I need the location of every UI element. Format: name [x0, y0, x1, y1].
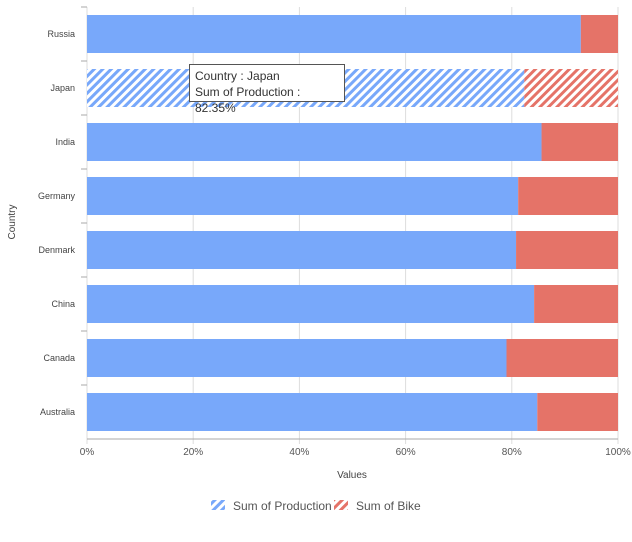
bar-sum-of-bike-canada[interactable]: [506, 339, 618, 377]
x-tick-label: 80%: [502, 447, 522, 458]
bar-sum-of-production-australia[interactable]: [87, 393, 538, 431]
x-tick-label: 60%: [396, 447, 416, 458]
x-tick-label: 0%: [80, 447, 95, 458]
bar-sum-of-bike-russia[interactable]: [580, 15, 618, 53]
bar-sum-of-bike-india[interactable]: [541, 123, 618, 161]
tooltip-country: Country : Japan: [195, 69, 280, 83]
legend-item-production[interactable]: Sum of Production: [211, 499, 332, 513]
bar-sum-of-production-denmark[interactable]: [87, 231, 517, 269]
x-tick-label: 20%: [183, 447, 203, 458]
x-tick-label: 100%: [605, 447, 631, 458]
y-tick-label: Germany: [38, 191, 76, 201]
bar-sum-of-bike-germany[interactable]: [518, 177, 618, 215]
y-tick-label: Australia: [40, 407, 75, 417]
legend-item-bike[interactable]: Sum of Bike: [334, 499, 421, 513]
x-axis-title: Values: [337, 470, 367, 481]
x-tick-label: 40%: [289, 447, 309, 458]
y-tick-label: China: [51, 299, 75, 309]
y-tick-label: Canada: [43, 353, 75, 363]
bar-sum-of-production-germany[interactable]: [87, 177, 519, 215]
legend-swatch-production: [211, 500, 225, 510]
bar-sum-of-bike-japan[interactable]: [524, 69, 618, 107]
y-tick-label: India: [55, 137, 75, 147]
y-tick-label: Russia: [47, 29, 75, 39]
bar-sum-of-production-russia[interactable]: [87, 15, 581, 53]
legend-label-bike: Sum of Bike: [356, 499, 421, 513]
chart-container: 0% 20% 40% 60% 80% 100% Russia Japan India German…: [0, 0, 632, 537]
bar-sum-of-production-india[interactable]: [87, 123, 542, 161]
y-tick-label: Japan: [50, 83, 75, 93]
bar-sum-of-bike-australia[interactable]: [537, 393, 618, 431]
legend-swatch-bike: [334, 500, 348, 510]
tooltip-value: Sum of Production : 82.35%: [195, 85, 301, 115]
bar-sum-of-production-canada[interactable]: [87, 339, 507, 377]
tooltip: Country : Japan Sum of Production : 82.3…: [189, 64, 345, 115]
bar-sum-of-bike-denmark[interactable]: [516, 231, 618, 269]
legend-label-production: Sum of Production: [233, 499, 332, 513]
y-tick-label: Denmark: [38, 245, 75, 255]
bar-sum-of-bike-china[interactable]: [534, 285, 618, 323]
bar-sum-of-production-china[interactable]: [87, 285, 535, 323]
y-axis-title: Country: [7, 204, 18, 239]
legend: Sum of Production Sum of Bike: [211, 499, 421, 513]
